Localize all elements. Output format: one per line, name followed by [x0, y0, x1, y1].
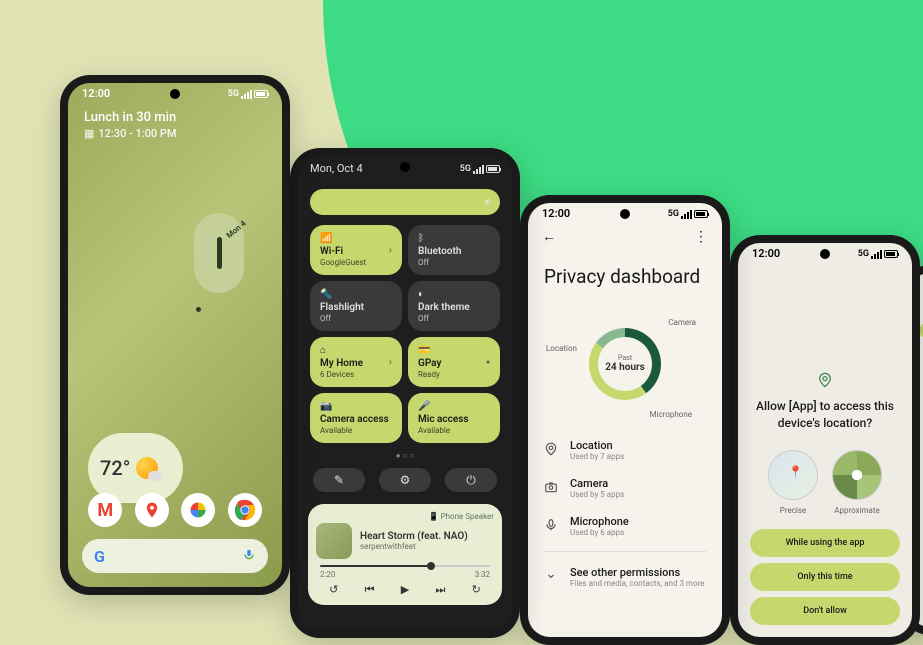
media-output[interactable]: 📱 Phone Speaker: [429, 512, 494, 521]
page-title: Privacy dashboard: [528, 251, 722, 306]
edit-button[interactable]: ✎: [313, 468, 365, 492]
replay-icon[interactable]: ↺: [329, 583, 338, 597]
settings-button[interactable]: ⚙: [379, 468, 431, 492]
chevron-right-icon: ›: [389, 244, 392, 257]
gmail-icon[interactable]: M: [88, 493, 122, 527]
back-icon[interactable]: ←: [542, 228, 556, 245]
brightness-slider[interactable]: [310, 189, 500, 215]
event-time: 12:30 - 1:00 PM: [98, 127, 176, 140]
bluetooth-icon: ᛒ: [418, 233, 490, 244]
usage-donut: Past24 hours Camera Location Microphone: [528, 306, 722, 421]
only-this-time-button[interactable]: Only this time: [750, 563, 900, 591]
calendar-icon: ▦: [84, 127, 94, 140]
tile-darktheme[interactable]: ◐ Dark themeOff: [408, 281, 500, 331]
tile-home[interactable]: ⌂ My Home6 Devices ›: [310, 337, 402, 387]
option-precise[interactable]: Precise: [768, 450, 818, 515]
prev-icon[interactable]: ⏮: [365, 583, 375, 597]
while-using-button[interactable]: While using the app: [750, 529, 900, 557]
option-approximate[interactable]: Approximate: [832, 450, 882, 515]
tile-bluetooth[interactable]: ᛒ BluetoothOff: [408, 225, 500, 275]
gpay-icon: 💳: [418, 345, 490, 356]
status-icons: 5G: [858, 249, 898, 259]
phone-quick-settings: Mon, Oct 4 5G 📶 Wi-FiGoogleGuest › ᛒ Blu…: [290, 148, 520, 638]
play-icon[interactable]: ▶: [401, 583, 409, 597]
tile-camera-access[interactable]: 📷 Camera accessAvailable: [310, 393, 402, 443]
location-icon: [544, 442, 558, 459]
phone-privacy-dashboard: 12:00 5G ← ⋮ Privacy dashboard Past24 ho…: [520, 195, 730, 645]
tile-wifi[interactable]: 📶 Wi-FiGoogleGuest ›: [310, 225, 402, 275]
google-logo: G: [94, 547, 105, 566]
clock: 12:00: [542, 207, 570, 220]
tile-flashlight[interactable]: 🔦 FlashlightOff: [310, 281, 402, 331]
qs-date: Mon, Oct 4: [310, 162, 363, 175]
gear-icon: ⚙: [400, 473, 411, 487]
tile-mic-access[interactable]: 🎤 Mic accessAvailable: [408, 393, 500, 443]
camera-icon: 📷: [320, 401, 392, 412]
pencil-icon: ✎: [334, 473, 344, 487]
forward-icon[interactable]: ↻: [472, 583, 481, 597]
wifi-icon: 📶: [320, 233, 392, 244]
event-title: Lunch in 30 min: [84, 110, 266, 125]
media-duration: 3:32: [475, 570, 490, 579]
mic-icon[interactable]: [242, 547, 256, 566]
status-icons: 5G: [668, 209, 708, 219]
photos-icon[interactable]: [181, 493, 215, 527]
clock: 12:00: [752, 247, 780, 260]
dark-theme-icon: ◐: [418, 289, 490, 300]
home-icon: ⌂: [320, 345, 392, 356]
tile-gpay[interactable]: 💳 GPayReady ▪: [408, 337, 500, 387]
media-position: 2:20: [320, 570, 335, 579]
status-icons: 5G: [460, 162, 500, 175]
media-progress[interactable]: [320, 565, 490, 567]
clock-date-widget[interactable]: Mon 4: [194, 213, 244, 293]
perm-microphone[interactable]: MicrophoneUsed by 6 apps: [544, 507, 706, 545]
chevron-right-icon: ›: [389, 356, 392, 369]
media-player-card[interactable]: 📱 Phone Speaker Heart Storm (feat. NAO) …: [308, 504, 502, 605]
expand-icon: ⌄: [544, 566, 558, 582]
perm-camera[interactable]: CameraUsed by 5 apps: [544, 469, 706, 507]
more-icon[interactable]: ⋮: [694, 229, 708, 245]
perm-location[interactable]: LocationUsed by 7 apps: [544, 431, 706, 469]
album-art: [316, 523, 352, 559]
camera-icon: [544, 480, 558, 497]
location-pin-icon: [738, 372, 912, 392]
microphone-icon: [544, 518, 558, 535]
see-other-permissions[interactable]: ⌄ See other permissionsFiles and media, …: [544, 558, 706, 596]
song-title: Heart Storm (feat. NAO): [360, 531, 468, 542]
next-icon[interactable]: ⏭: [435, 583, 445, 597]
weather-icon: [136, 457, 158, 479]
mic-icon: 🎤: [418, 401, 490, 412]
power-icon: ⏻: [466, 473, 476, 488]
dialog-title: Allow [App] to access this device's loca…: [738, 392, 912, 444]
card-icon: ▪: [486, 356, 490, 369]
clock: 12:00: [82, 87, 110, 100]
song-artist: serpentwithfeet: [360, 542, 468, 551]
chrome-icon[interactable]: [228, 493, 262, 527]
phone-permission-dialog: 12:00 5G Allow [App] to access this devi…: [730, 235, 920, 645]
power-button[interactable]: ⏻: [445, 468, 497, 492]
calendar-widget[interactable]: Lunch in 30 min ▦ 12:30 - 1:00 PM: [68, 102, 282, 148]
search-bar[interactable]: G: [82, 539, 268, 573]
status-icons: 5G: [228, 89, 268, 99]
dont-allow-button[interactable]: Don't allow: [750, 597, 900, 625]
phone-home-screen: 12:00 5G Lunch in 30 min ▦ 12:30 - 1:00 P…: [60, 75, 290, 595]
flashlight-icon: 🔦: [320, 289, 392, 300]
page-indicator: ● ○ ○: [298, 443, 512, 468]
maps-icon[interactable]: [135, 493, 169, 527]
